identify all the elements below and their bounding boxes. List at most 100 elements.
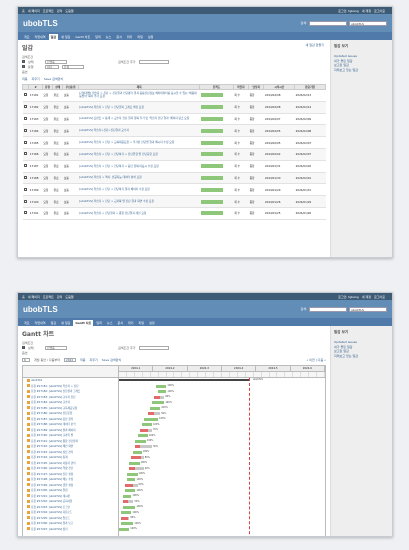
issue-id[interactable]: 17184 — [28, 124, 43, 138]
issue-subject-link[interactable]: [ubobTLS] 학습자 > 진단 > 진단하기 > 응답 항목 미표시 수정… — [78, 160, 200, 173]
top-menu-link[interactable]: 내 페이지 — [28, 295, 40, 299]
gantt-issue-label[interactable]: 요청 #17195: [ubobTLS] 사용자 관리 — [31, 462, 76, 465]
account-link[interactable]: 로그아웃 — [374, 9, 385, 13]
account-link[interactable]: 로그인: tgkang — [338, 9, 359, 13]
project-jump-select[interactable]: ubobTLS — [349, 20, 387, 26]
status-filter-checkbox[interactable] — [22, 60, 25, 63]
clear-button[interactable]: 지우기 — [32, 77, 40, 81]
status-operator-select[interactable]: 진행중 — [45, 345, 67, 350]
column-header[interactable]: 우선순위 — [62, 84, 79, 90]
row-checkbox[interactable] — [23, 93, 27, 97]
gantt-issue-label[interactable]: 요청 #17207: [ubobTLS] 정리 — [31, 528, 68, 531]
status-operator-select[interactable]: 진행중 — [45, 59, 67, 64]
account-link[interactable]: 로그인: tgkang — [338, 295, 359, 299]
account-link[interactable]: 로그아웃 — [374, 295, 385, 299]
search-input[interactable] — [309, 306, 347, 312]
issue-subject-link[interactable]: [ubobTLS] 학습자 > 진단 > 진단하기 결과 페이지 수정 요청 — [78, 183, 200, 197]
gantt-issue-label[interactable]: 요청 #17203: [ubobTLS] 로그인 — [31, 506, 70, 509]
table-row[interactable]: 17187 요청 완료 보통 [ubobTLS] 학습자 > 진단 > 진단하기 > 응… — [22, 160, 326, 173]
issue-subject-link[interactable]: [ubobTLS] 학습자 > 진단 > 교과목 별 진단 결과 화면 수정 요… — [78, 195, 200, 208]
row-checkbox[interactable] — [23, 164, 27, 168]
top-menu-link[interactable]: 관리 — [57, 9, 63, 13]
table-row[interactable]: 17189 요청 완료 보통 [ubobTLS] 학습자 > 진단 > 진단하기 결과 … — [22, 183, 326, 197]
gantt-issue-label[interactable]: 요청 #17181: [ubobTLS] 학습자 > 진단 — [31, 385, 79, 388]
table-row[interactable]: 17186 요청 완료 보통 [ubobTLS] 학습자 > 진단 > 진단하기 > 진… — [22, 148, 326, 161]
tracker-value-select[interactable]: 유형 — [62, 64, 84, 69]
top-menu-link[interactable]: 홈 — [22, 295, 25, 299]
table-row[interactable]: 17182 요청 완료 보통 [ubobTLS] 학습자 > 진단 > 진단결과 그래프… — [22, 101, 326, 114]
issue-subject-link[interactable]: [ubobTLS] 학습자 > 진단 > 진단결과 그래프 확장 요청 — [78, 101, 200, 114]
issue-id[interactable]: 17188 — [28, 172, 43, 185]
save-query-button[interactable]: Save 검색양식 — [44, 77, 63, 81]
options-toggle[interactable]: 옵션 — [22, 351, 28, 355]
clear-button[interactable]: 지우기 — [89, 358, 97, 362]
top-menu-link[interactable]: 프로젝트 — [43, 295, 54, 299]
tracker-operator-select[interactable]: 이다 — [45, 64, 59, 69]
top-menu-link[interactable]: 프로젝트 — [43, 9, 54, 13]
row-checkbox[interactable] — [23, 199, 27, 203]
gantt-issue-label[interactable]: 요청 #17192: [ubobTLS] 메인 화면 — [31, 445, 73, 448]
filter-toggle[interactable]: 검색조건 — [22, 55, 33, 59]
gantt-issue-label[interactable]: 요청 #17185: [ubobTLS] 교육제공요청 — [31, 407, 77, 410]
issue-id[interactable]: 17191 — [28, 207, 43, 220]
table-row[interactable]: 17190 요청 완료 보통 [ubobTLS] 학습자 > 진단 > 교과목 별 진단… — [22, 195, 326, 208]
gantt-issue-label[interactable]: 요청 #17205: [ubobTLS] 업로드 — [31, 517, 70, 520]
gantt-issue-label[interactable]: 요청 #17189: [ubobTLS] 결과 페이지 — [31, 429, 76, 432]
table-row[interactable]: 17185 요청 완료 보통 [ubobTLS] 학습자 > 진단 > 교육제공요청 >… — [22, 136, 326, 149]
search-input[interactable] — [309, 20, 347, 26]
gantt-issue-label[interactable]: 요청 #17200: [ubobTLS] 알림 — [31, 489, 68, 492]
account-link[interactable]: 내 계정 — [362, 295, 371, 299]
gantt-issue-label[interactable]: 요청 #17188: [ubobTLS] 데이터 분석 — [31, 423, 76, 426]
options-toggle[interactable]: 옵션 — [22, 70, 28, 74]
issue-subject-link[interactable]: [ubobTLS] 학습자 > 진단 > 교육제공요청 > 추가된 진단별 결과… — [78, 136, 200, 149]
tracker-filter-checkbox[interactable] — [22, 65, 25, 68]
row-checkbox[interactable] — [23, 140, 27, 144]
issue-id[interactable]: 17183 — [28, 113, 43, 126]
row-checkbox[interactable] — [23, 175, 27, 179]
gantt-issue-label[interactable]: 요청 #17204: [ubobTLS] 다운로드 — [31, 511, 72, 514]
table-row[interactable]: 17188 요청 완료 보통 [ubobTLS] 학습자 > 역사, 인공지능 데이터 … — [22, 172, 326, 185]
row-checkbox[interactable] — [23, 105, 27, 109]
gantt-issue-label[interactable]: 요청 #17202: [ubobTLS] 공지사항 — [31, 500, 72, 503]
project-jump-select[interactable]: ubobTLS — [349, 306, 387, 312]
gantt-issue-label[interactable]: 요청 #17186: [ubobTLS] 진단문항 — [31, 412, 72, 415]
gantt-issue-label[interactable]: 요청 #17182: [ubobTLS] 진단결과 그래프 — [31, 390, 80, 393]
gantt-issue-label[interactable]: 요청 #17196: [ubobTLS] 역량 진단 — [31, 467, 73, 470]
apply-button[interactable]: 적용 — [80, 358, 86, 362]
gantt-issue-label[interactable]: 요청 #17184: [ubobTLS] 교수자 — [31, 401, 70, 404]
row-checkbox[interactable] — [23, 152, 27, 156]
sidebar-link[interactable]: 지켜보고 있는 일감 — [334, 354, 389, 359]
gantt-issue-label[interactable]: 요청 #17194: [ubobTLS] 통계 — [31, 456, 68, 459]
gantt-issue-label[interactable]: 요청 #17197: [ubobTLS] 진단 설정 — [31, 473, 73, 476]
table-row[interactable]: 17181 요청 완료 보통 [기반개발] 학습자 > 진단 > 진단결과 진단평가 결… — [22, 89, 326, 102]
months-select[interactable]: 6 — [22, 358, 30, 362]
row-checkbox[interactable] — [23, 211, 27, 215]
gantt-issue-label[interactable]: 요청 #17201: [ubobTLS] 게시판 — [31, 495, 70, 498]
table-row[interactable]: 17191 요청 완료 보통 [ubobTLS] 학습자 > 진단결과 > 종합 진단결… — [22, 207, 326, 220]
gantt-issue-label[interactable]: 요청 #17193: [ubobTLS] 상담 관리 — [31, 451, 73, 454]
gantt-nav[interactable]: « 이전 | 다음 » — [306, 358, 326, 362]
issue-subject-link[interactable]: [ubobTLS] 모먼트 > 통계 > 교수자 진단 결과 항목 추가 및 '… — [78, 113, 200, 126]
issue-id[interactable]: 17190 — [28, 195, 43, 208]
issue-id[interactable]: 17187 — [28, 160, 43, 173]
top-menu-link[interactable]: 관리 — [57, 295, 63, 299]
save-query-button[interactable]: Save 검색양식 — [102, 358, 121, 362]
sidebar-link[interactable]: 지켜보고 있는 일감 — [334, 68, 389, 73]
status-filter-checkbox[interactable] — [22, 346, 25, 349]
gantt-issue-label[interactable]: 요청 #17183: [ubobTLS] 교수자 진단 — [31, 396, 76, 399]
apply-button[interactable]: 적용 — [22, 77, 28, 81]
gantt-issue-label[interactable]: 요청 #17191: [ubobTLS] 종합 진단결과 — [31, 440, 78, 443]
gantt-issue-label[interactable]: 요청 #17206: [ubobTLS] 결과 보고 — [31, 522, 73, 525]
top-menu-link[interactable]: 도움말 — [65, 9, 73, 13]
issue-id[interactable]: 17186 — [28, 148, 43, 161]
new-issue-link[interactable]: 새 일감 만들기 — [306, 43, 324, 47]
gantt-issue-label[interactable]: 요청 #17187: [ubobTLS] 응답 항목 — [31, 418, 73, 421]
filter-toggle[interactable]: 검색조건 — [22, 341, 33, 345]
row-checkbox[interactable] — [23, 128, 27, 132]
add-filter-select[interactable] — [138, 345, 169, 350]
add-filter-select[interactable] — [138, 59, 169, 64]
gantt-issue-row[interactable]: 요청 #17207: [ubobTLS] 정리 — [23, 527, 118, 533]
gantt-issue-label[interactable]: 요청 #17198: [ubobTLS] 메뉴 수정 — [31, 478, 73, 481]
top-menu-link[interactable]: 내 페이지 — [28, 9, 40, 13]
top-menu-link[interactable]: 홈 — [22, 9, 25, 13]
